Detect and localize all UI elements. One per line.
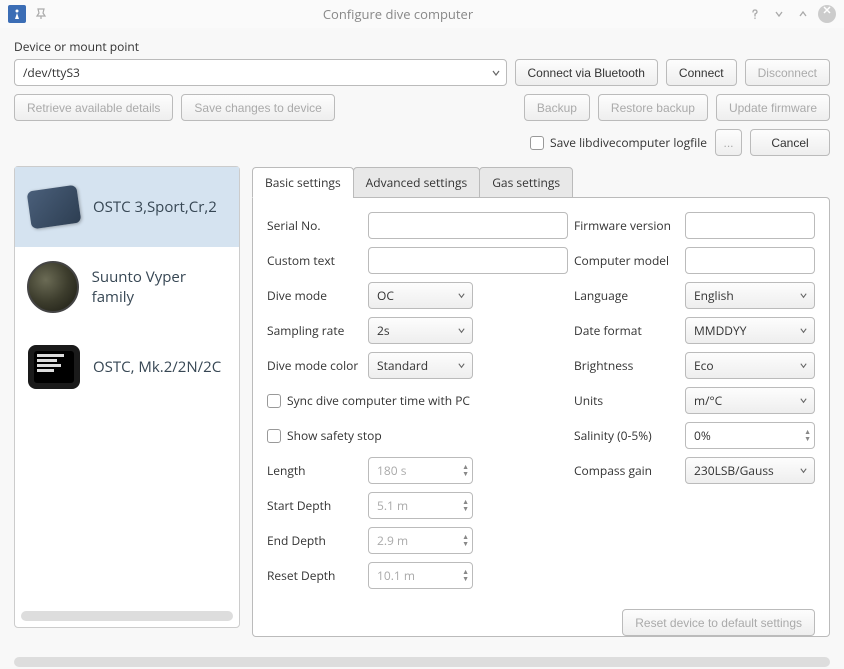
length-label: Length: [267, 462, 362, 479]
dive-mode-color-select[interactable]: Standard: [368, 352, 473, 379]
device-name: OSTC 3,Sport,Cr,2: [93, 197, 217, 217]
end-depth-spinner[interactable]: 2.9 m▲▼: [368, 527, 473, 554]
chevron-down-icon[interactable]: [770, 5, 788, 23]
titlebar: Configure dive computer: [0, 0, 844, 28]
compass-gain-select[interactable]: 230LSB/Gauss: [685, 457, 815, 484]
computer-model-input[interactable]: [685, 247, 815, 274]
language-label: Language: [574, 287, 679, 304]
sync-time-label: Sync dive computer time with PC: [287, 392, 470, 409]
chevron-down-icon: [799, 466, 808, 475]
save-logfile-checkbox[interactable]: Save libdivecomputer logfile: [530, 134, 707, 151]
cancel-button[interactable]: Cancel: [750, 129, 830, 156]
spinner-arrows: ▲▼: [804, 429, 811, 443]
tab-basic[interactable]: Basic settings: [252, 167, 354, 198]
sampling-rate-select[interactable]: 2s: [368, 317, 473, 344]
chevron-down-icon: [799, 291, 808, 300]
start-depth-spinner[interactable]: 5.1 m▲▼: [368, 492, 473, 519]
device-mount-value: /dev/ttyS3: [14, 59, 507, 86]
language-select[interactable]: English: [685, 282, 815, 309]
spinner-arrows: ▲▼: [462, 464, 469, 478]
device-thumb: [25, 343, 83, 391]
logfile-browse-button[interactable]: ...: [715, 129, 742, 156]
chevron-down-icon: [799, 361, 808, 370]
connect-button[interactable]: Connect: [666, 59, 737, 86]
spinner-arrows: ▲▼: [462, 569, 469, 583]
chevron-down-icon: [457, 291, 466, 300]
length-spinner[interactable]: 180 s▲▼: [368, 457, 473, 484]
serial-no-label: Serial No.: [267, 217, 362, 234]
save-to-device-button[interactable]: Save changes to device: [181, 94, 334, 121]
device-item-ostc3[interactable]: OSTC 3,Sport,Cr,2: [15, 167, 239, 247]
salinity-spinner[interactable]: 0%▲▼: [685, 422, 815, 449]
tab-advanced[interactable]: Advanced settings: [353, 167, 481, 198]
device-item-ostc-mk2[interactable]: OSTC, Mk.2/2N/2C: [15, 327, 239, 407]
custom-text-label: Custom text: [267, 252, 362, 269]
firmware-input[interactable]: [685, 212, 815, 239]
spinner-arrows: ▲▼: [462, 534, 469, 548]
device-name: Suunto Vyper family: [92, 267, 229, 307]
content-scrollbar[interactable]: [14, 657, 830, 667]
date-format-select[interactable]: MMDDYY: [685, 317, 815, 344]
computer-model-label: Computer model: [574, 252, 679, 269]
chevron-down-icon: [799, 396, 808, 405]
update-firmware-button[interactable]: Update firmware: [716, 94, 830, 121]
settings-panel: Basic settings Advanced settings Gas set…: [252, 166, 830, 637]
tab-content: Serial No. Firmware version Custom text …: [252, 197, 830, 637]
checkbox-box: [530, 136, 544, 150]
tab-gas[interactable]: Gas settings: [479, 167, 573, 198]
sync-time-checkbox[interactable]: Sync dive computer time with PC: [267, 392, 568, 409]
disconnect-button[interactable]: Disconnect: [745, 59, 830, 86]
brightness-label: Brightness: [574, 357, 679, 374]
safety-stop-label: Show safety stop: [287, 427, 382, 444]
reset-depth-label: Reset Depth: [267, 567, 362, 584]
device-mount-label: Device or mount point: [14, 38, 830, 55]
device-name: OSTC, Mk.2/2N/2C: [93, 357, 221, 377]
units-label: Units: [574, 392, 679, 409]
dive-mode-color-label: Dive mode color: [267, 357, 362, 374]
restore-backup-button[interactable]: Restore backup: [598, 94, 708, 121]
spinner-arrows: ▲▼: [462, 499, 469, 513]
reset-depth-spinner[interactable]: 10.1 m▲▼: [368, 562, 473, 589]
save-logfile-label: Save libdivecomputer logfile: [550, 134, 707, 151]
dive-mode-select[interactable]: OC: [368, 282, 473, 309]
dive-mode-label: Dive mode: [267, 287, 362, 304]
safety-stop-checkbox[interactable]: Show safety stop: [267, 427, 568, 444]
sampling-rate-label: Sampling rate: [267, 322, 362, 339]
device-item-suunto[interactable]: Suunto Vyper family: [15, 247, 239, 327]
device-list: OSTC 3,Sport,Cr,2 Suunto Vyper family OS…: [14, 166, 240, 628]
checkbox-box: [267, 429, 281, 443]
reset-defaults-button[interactable]: Reset device to default settings: [622, 609, 815, 636]
app-icon: [8, 5, 26, 23]
date-format-label: Date format: [574, 322, 679, 339]
tabs: Basic settings Advanced settings Gas set…: [252, 166, 830, 197]
serial-no-input[interactable]: [368, 212, 568, 239]
chevron-down-icon: [457, 326, 466, 335]
chevron-down-icon: [799, 326, 808, 335]
connect-bluetooth-button[interactable]: Connect via Bluetooth: [515, 59, 658, 86]
backup-button[interactable]: Backup: [524, 94, 590, 121]
chevron-up-icon[interactable]: [794, 5, 812, 23]
end-depth-label: End Depth: [267, 532, 362, 549]
units-select[interactable]: m/°C: [685, 387, 815, 414]
close-icon[interactable]: [818, 5, 836, 23]
device-thumb: [25, 183, 83, 231]
device-list-scrollbar[interactable]: [21, 611, 233, 621]
firmware-label: Firmware version: [574, 217, 679, 234]
brightness-select[interactable]: Eco: [685, 352, 815, 379]
device-thumb: [25, 263, 82, 311]
device-mount-combo[interactable]: /dev/ttyS3: [14, 59, 507, 86]
chevron-down-icon: [457, 361, 466, 370]
compass-gain-label: Compass gain: [574, 462, 679, 479]
checkbox-box: [267, 394, 281, 408]
retrieve-details-button[interactable]: Retrieve available details: [14, 94, 173, 121]
salinity-label: Salinity (0-5%): [574, 427, 679, 444]
custom-text-input[interactable]: [368, 247, 568, 274]
window-title: Configure dive computer: [50, 5, 746, 23]
help-icon[interactable]: [746, 5, 764, 23]
start-depth-label: Start Depth: [267, 497, 362, 514]
pin-icon[interactable]: [32, 5, 50, 23]
